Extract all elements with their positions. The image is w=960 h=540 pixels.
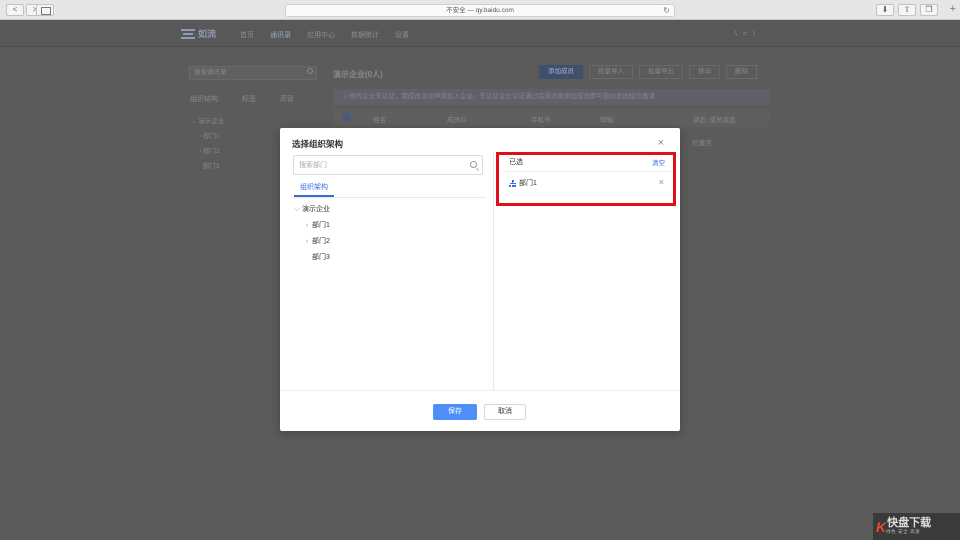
column-email: 邮箱 [600,117,613,124]
move-button[interactable]: 移动 [689,65,720,79]
chevron-right-icon[interactable]: › [302,234,312,250]
top-nav: 如流 首页 通讯录 应用中心 数据统计 设置 \ = \ [0,21,960,47]
column-status[interactable]: 状态: 成员状态 [693,114,736,124]
sidebar-tabs: 组织结构 标签 高管 [190,94,318,104]
nav-contacts[interactable]: 通讯录 [270,30,291,40]
logo-icon [181,28,195,39]
watermark-subtitle: 绿色·安全·高速 [886,529,921,534]
sidebar-tree: ⌄ 演示企业 › 部门1 › 部门2 部门3 [191,114,224,174]
department-search [293,155,483,175]
org-picker-pane: 组织架构 ⌵ 演示企业 › 部门1 › 部门2 部门3 [280,152,494,390]
app-logo[interactable]: 如流 [181,27,216,40]
search-icon [470,161,477,168]
tree-item-label: 部门1 [312,222,330,229]
batch-export-button[interactable]: 批量导出 [639,65,683,79]
tab-divider [292,197,486,198]
batch-import-button[interactable]: 批量导入 [589,65,633,79]
watermark-logo: K 快盘下载 绿色·安全·高速 [873,513,960,540]
watermark-title: 快盘下载 [887,517,932,529]
org-title: 演示企业(0人) [333,70,383,79]
tree-root[interactable]: ⌄ 演示企业 [191,114,224,129]
nav-home[interactable]: 首页 [240,30,254,40]
tree-root[interactable]: ⌵ 演示企业 [292,202,330,218]
address-bar[interactable]: 不安全 — qy.baidu.com ↻ [285,4,675,17]
column-phone: 手机号 [531,117,551,124]
tree-item-label: 部门3 [202,163,220,170]
tree-item[interactable]: 部门3 [191,159,224,174]
verification-notice: ⓘ 你的企业未认证，需成员主动申请加入企业，去认证企业认证通过后通讯录添加成员即… [333,89,769,105]
back-button[interactable]: < [6,4,24,16]
dialog-title: 选择组织架构 [292,139,344,149]
nav-data-stats[interactable]: 数据统计 [351,30,379,40]
tree-item-dept1[interactable]: › 部门1 [292,218,330,234]
nav-links: 首页 通讯录 应用中心 数据统计 设置 [240,30,425,40]
reload-icon[interactable]: ↻ [663,5,670,16]
tree-item-label: 部门2 [312,238,330,245]
nav-app-center[interactable]: 应用中心 [307,30,335,40]
add-member-button[interactable]: 添加成员 [539,65,583,79]
notice-text: 你的企业未认证，需成员主动申请加入企业，去认证企业认证通过后通讯录添加成员即可自… [349,93,655,100]
nav-settings[interactable]: 设置 [395,30,409,40]
sidebar-toggle-icon[interactable] [36,4,54,16]
search-icon [307,68,313,74]
tree-root-label: 演示企业 [198,118,225,125]
highlight-annotation [496,152,676,206]
share-icon[interactable]: ⇧ [898,4,916,16]
department-search-input[interactable] [294,156,482,174]
chevron-right-icon[interactable]: › [302,218,312,234]
org-tree: ⌵ 演示企业 › 部门1 › 部门2 部门3 [292,202,330,266]
tab-org-structure[interactable]: 组织结构 [190,94,218,104]
watermark-mark: K [876,518,887,535]
member-table-header: 姓名 成员ID 手机号 邮箱 状态: 成员状态 [333,109,769,127]
tree-item[interactable]: › 部门2 [191,144,224,159]
logo-text: 如流 [198,29,217,39]
tab-org-structure[interactable]: 组织架构 [294,181,334,197]
tree-item-dept3[interactable]: 部门3 [292,250,330,266]
tree-item-label: 部门3 [312,254,330,261]
select-all-checkbox[interactable] [343,113,351,121]
contacts-search-placeholder: 搜索通讯录 [194,69,227,76]
tree-root-label: 演示企业 [302,206,330,213]
save-button[interactable]: 保存 [433,404,477,420]
url-text: 不安全 — qy.baidu.com [446,7,514,14]
cancel-button[interactable]: 取消 [484,404,526,420]
row-status: 已激活 [692,140,712,147]
footer-divider [280,390,680,391]
tree-item-dept2[interactable]: › 部门2 [292,234,330,250]
tab-tags[interactable]: 标签 [242,94,256,104]
tree-item[interactable]: › 部门1 [191,129,224,144]
tree-item-label: 部门1 [202,133,220,140]
tabs-overview-icon[interactable]: ❐ [920,4,938,16]
column-name: 姓名 [373,117,386,124]
close-icon[interactable]: × [656,138,666,149]
contacts-search-input[interactable]: 搜索通讯录 [189,66,317,80]
column-member-id: 成员ID [447,117,467,124]
tab-executives[interactable]: 高管 [280,94,294,104]
member-actions: 添加成员 批量导入 批量导出 移动 删除 [539,65,757,79]
tree-item-label: 部门2 [202,148,220,155]
new-tab-button[interactable]: + [950,3,956,15]
chevron-down-icon[interactable]: ⌵ [292,202,302,218]
delete-button[interactable]: 删除 [726,65,757,79]
nav-user-area[interactable]: \ = \ [735,31,757,38]
browser-toolbar: < > 不安全 — qy.baidu.com ↻ ⬇ ⇧ ❐ + [0,0,960,20]
downloads-icon[interactable]: ⬇ [876,4,894,16]
